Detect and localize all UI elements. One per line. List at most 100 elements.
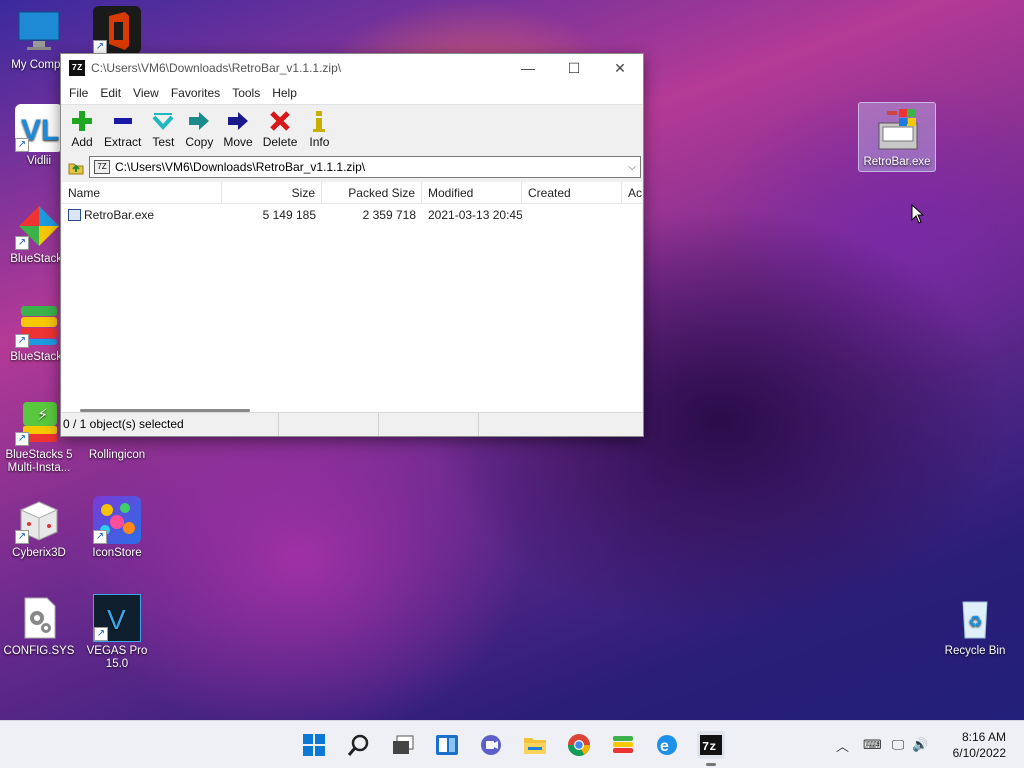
zip-archive-icon: 7Z — [94, 160, 110, 174]
svg-text:⚡: ⚡ — [37, 407, 48, 424]
svg-text:V: V — [107, 604, 126, 635]
vegas-icon: V ↗ — [93, 594, 141, 642]
menu-help[interactable]: Help — [266, 86, 303, 100]
clock-time: 8:16 AM — [961, 730, 1006, 744]
clock[interactable]: 8:16 AM 6/10/2022 — [953, 729, 1006, 761]
status-cell-2 — [279, 413, 379, 436]
table-row[interactable]: RetroBar.exe 5 149 185 2 359 718 2021-03… — [62, 204, 642, 226]
menu-edit[interactable]: Edit — [94, 86, 127, 100]
desktop-icon-label: My Compu — [11, 59, 67, 71]
edge-icon[interactable]: e — [653, 731, 681, 759]
network-icon[interactable]: 🖵 — [892, 737, 905, 753]
search-icon[interactable] — [345, 731, 373, 759]
file-explorer-icon[interactable] — [521, 731, 549, 759]
status-cell-4 — [479, 413, 641, 436]
clock-date: 6/10/2022 — [952, 746, 1006, 760]
chevron-down-icon[interactable]: ⌵ — [624, 162, 640, 173]
bluestacks-layers-icon: ↗ — [15, 300, 63, 348]
file-created — [522, 204, 622, 226]
desktop-icon-office[interactable]: ↗ — [78, 6, 156, 57]
desktop-icon-label: CONFIG.SYS — [3, 645, 75, 657]
delete-button[interactable]: Delete — [258, 109, 303, 149]
chat-icon[interactable] — [477, 731, 505, 759]
file-modified: 2021-03-13 20:45 — [428, 208, 522, 222]
file-name: RetroBar.exe — [84, 208, 155, 222]
list-header: Name Size Packed Size Modified Created A… — [62, 182, 642, 204]
address-text: C:\Users\VM6\Downloads\RetroBar_v1.1.1.z… — [115, 160, 366, 174]
desktop-icon-label: RetroBar.exe — [863, 156, 931, 168]
menu-tools[interactable]: Tools — [226, 86, 266, 100]
task-view-icon[interactable] — [389, 731, 417, 759]
status-text: 0 / 1 object(s) selected — [61, 413, 279, 436]
add-icon — [70, 109, 94, 133]
file-list[interactable]: Name Size Packed Size Modified Created A… — [62, 182, 642, 412]
shortcut-arrow-icon: ↗ — [15, 334, 29, 348]
info-label: Info — [309, 135, 330, 149]
desktop-icon-cyberix3d[interactable]: ↗ Cyberix3D — [0, 496, 78, 560]
delete-icon — [268, 109, 292, 133]
desktop-icon-label: VEGAS Pro 15.0 — [86, 645, 148, 670]
start-icon[interactable] — [300, 731, 328, 759]
move-label: Move — [223, 135, 253, 149]
shortcut-arrow-icon: ↗ — [93, 530, 107, 544]
office-icon: ↗ — [93, 6, 141, 54]
file-packed-size: 2 359 718 — [362, 208, 416, 222]
test-button[interactable]: Test — [146, 109, 180, 149]
up-folder-button[interactable] — [63, 156, 89, 178]
address-bar: 7Z C:\Users\VM6\Downloads\RetroBar_v1.1.… — [61, 154, 643, 180]
monitor-icon — [15, 8, 63, 56]
taskbar: e 7z ︿ ⌨ 🖵 🔊 8:16 AM 6/10/2022 — [0, 720, 1024, 768]
desktop-icon-retrobar[interactable]: RetroBar.exe — [858, 102, 936, 172]
7zip-window[interactable]: 7Z C:\Users\VM6\Downloads\RetroBar_v1.1.… — [60, 53, 644, 437]
extract-button[interactable]: Extract — [99, 109, 146, 149]
shortcut-arrow-icon: ↗ — [15, 530, 29, 544]
file-size: 5 149 185 — [262, 208, 316, 222]
column-header-packed-size[interactable]: Packed Size — [322, 182, 422, 203]
window-titlebar[interactable]: 7Z C:\Users\VM6\Downloads\RetroBar_v1.1.… — [61, 54, 643, 82]
column-header-modified[interactable]: Modified — [422, 182, 522, 203]
widgets-icon[interactable] — [433, 731, 461, 759]
shortcut-arrow-icon: ↗ — [94, 627, 108, 641]
svg-text:e: e — [660, 738, 669, 755]
keyboard-icon[interactable]: ⌨ — [863, 737, 882, 753]
delete-label: Delete — [262, 135, 298, 149]
7zip-taskbar-icon[interactable]: 7z — [697, 731, 725, 759]
menu-favorites[interactable]: Favorites — [165, 86, 226, 100]
column-header-name[interactable]: Name — [62, 182, 222, 203]
shortcut-arrow-icon: ↗ — [15, 236, 29, 250]
column-header-accessed[interactable]: Ac — [622, 182, 642, 203]
shortcut-arrow-icon: ↗ — [93, 40, 107, 54]
desktop-icon-iconstore[interactable]: ↗ IconStore — [78, 496, 156, 560]
column-header-size[interactable]: Size — [222, 182, 322, 203]
column-header-created[interactable]: Created — [522, 182, 622, 203]
minimize-button[interactable]: — — [505, 54, 551, 82]
add-button[interactable]: Add — [65, 109, 99, 149]
chevron-up-icon[interactable]: ︿ — [836, 736, 849, 755]
info-button[interactable]: Info — [302, 109, 336, 149]
desktop-icon-vegas[interactable]: V ↗ VEGAS Pro 15.0 — [78, 594, 156, 671]
address-field[interactable]: 7Z C:\Users\VM6\Downloads\RetroBar_v1.1.… — [89, 156, 641, 178]
copy-button[interactable]: Copy — [180, 109, 218, 149]
status-cell-3 — [379, 413, 479, 436]
extract-icon — [111, 109, 135, 133]
menu-file[interactable]: File — [63, 86, 94, 100]
desktop-icon-config-sys[interactable]: CONFIG.SYS — [0, 594, 78, 658]
menu-view[interactable]: View — [127, 86, 165, 100]
chrome-icon[interactable] — [565, 731, 593, 759]
move-button[interactable]: Move — [218, 109, 257, 149]
retrobar-icon — [873, 105, 921, 153]
close-button[interactable]: ✕ — [597, 54, 643, 82]
desktop-icon-recycle-bin[interactable]: ♻ Recycle Bin — [936, 594, 1014, 658]
toolbar: Add Extract Test Copy Move Delete Info — [61, 104, 643, 154]
test-icon — [151, 109, 175, 133]
mouse-cursor-icon — [911, 203, 925, 227]
status-bar: 0 / 1 object(s) selected — [61, 412, 643, 436]
cyberix3d-icon: ↗ — [15, 496, 63, 544]
bluestacks-taskbar-icon[interactable] — [609, 731, 637, 759]
desktop-icon-label: Rollingicon — [88, 449, 146, 461]
svg-text:♻: ♻ — [968, 614, 982, 631]
maximize-button[interactable]: ☐ — [551, 54, 597, 82]
volume-icon[interactable]: 🔊 — [912, 737, 928, 753]
up-folder-icon — [68, 163, 84, 175]
desktop-icon-label: BlueStacks 5 Multi-Insta... — [5, 449, 73, 474]
